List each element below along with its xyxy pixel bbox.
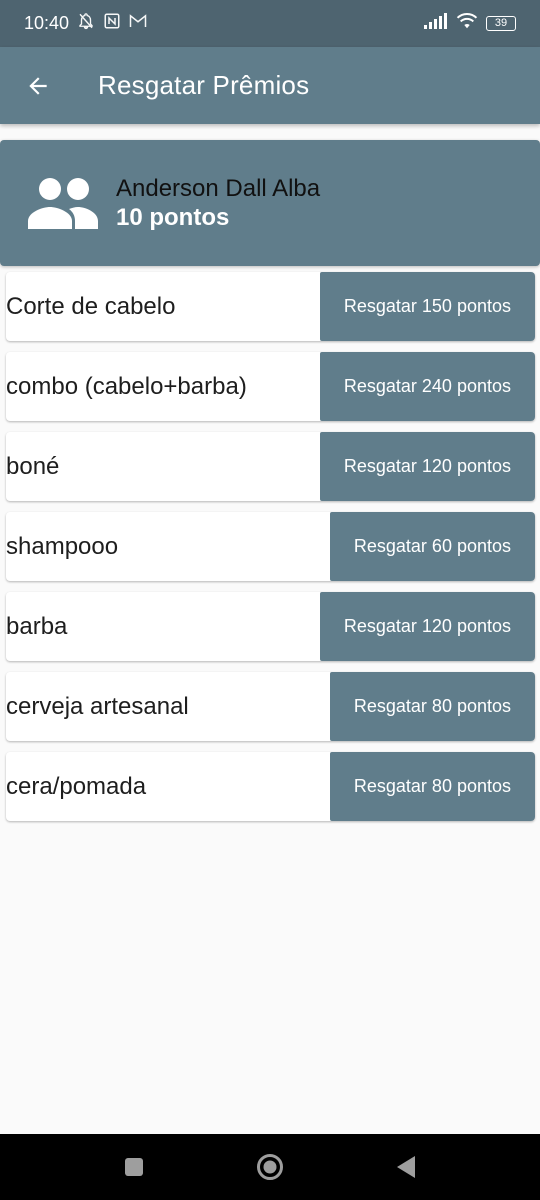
group-icon <box>28 178 98 229</box>
back-nav-button[interactable] <box>386 1147 426 1187</box>
user-name: Anderson Dall Alba <box>116 175 321 202</box>
home-button[interactable] <box>250 1147 290 1187</box>
reward-name: Corte de cabelo <box>6 292 176 320</box>
reward-row: boné Resgatar 120 pontos <box>6 432 535 501</box>
redeem-button[interactable]: Resgatar 80 pontos <box>329 752 535 821</box>
redeem-button[interactable]: Resgatar 240 pontos <box>319 352 535 421</box>
status-left: 10:40 <box>24 12 147 35</box>
arrow-back-icon <box>29 76 47 95</box>
redeem-button[interactable]: Resgatar 120 pontos <box>319 432 535 501</box>
bell-off-icon <box>77 12 95 35</box>
user-points: 10 pontos <box>116 204 230 231</box>
nfc-icon <box>103 12 121 35</box>
reward-name: boné <box>6 452 60 480</box>
user-card: Anderson Dall Alba 10 pontos <box>0 140 540 266</box>
redeem-button[interactable]: Resgatar 150 pontos <box>319 272 535 341</box>
square-icon <box>125 1158 143 1176</box>
redeem-button[interactable]: Resgatar 60 pontos <box>329 512 535 581</box>
battery-icon: 39 <box>486 16 516 31</box>
reward-name: combo (cabelo+barba) <box>6 372 247 400</box>
reward-name: barba <box>6 612 68 640</box>
gmail-icon <box>129 13 147 34</box>
circle-icon <box>257 1154 283 1180</box>
status-right: 39 <box>424 12 516 35</box>
reward-row: shampooo Resgatar 60 pontos <box>6 512 535 581</box>
recents-button[interactable] <box>114 1147 154 1187</box>
reward-name: cerveja artesanal <box>6 692 189 720</box>
triangle-back-icon <box>397 1156 415 1178</box>
app-bar: Resgatar Prêmios <box>0 47 540 124</box>
reward-row: combo (cabelo+barba) Resgatar 240 pontos <box>6 352 535 421</box>
user-info: Anderson Dall Alba 10 pontos <box>116 174 320 232</box>
signal-icon <box>424 13 448 34</box>
clock: 10:40 <box>24 13 70 33</box>
reward-list: Corte de cabelo Resgatar 150 pontos comb… <box>6 272 535 832</box>
back-button[interactable] <box>14 62 62 110</box>
reward-row: Corte de cabelo Resgatar 150 pontos <box>6 272 535 341</box>
reward-name: shampooo <box>6 532 119 560</box>
page-title: Resgatar Prêmios <box>98 70 310 100</box>
reward-name: cera/pomada <box>6 772 147 800</box>
reward-row: cera/pomada Resgatar 80 pontos <box>6 752 535 821</box>
system-nav-bar <box>0 1134 540 1200</box>
status-bar: 10:40 39 <box>0 0 540 47</box>
redeem-button[interactable]: Resgatar 80 pontos <box>329 672 535 741</box>
reward-row: cerveja artesanal Resgatar 80 pontos <box>6 672 535 741</box>
reward-row: barba Resgatar 120 pontos <box>6 592 535 661</box>
wifi-icon <box>456 12 478 35</box>
redeem-button[interactable]: Resgatar 120 pontos <box>319 592 535 661</box>
